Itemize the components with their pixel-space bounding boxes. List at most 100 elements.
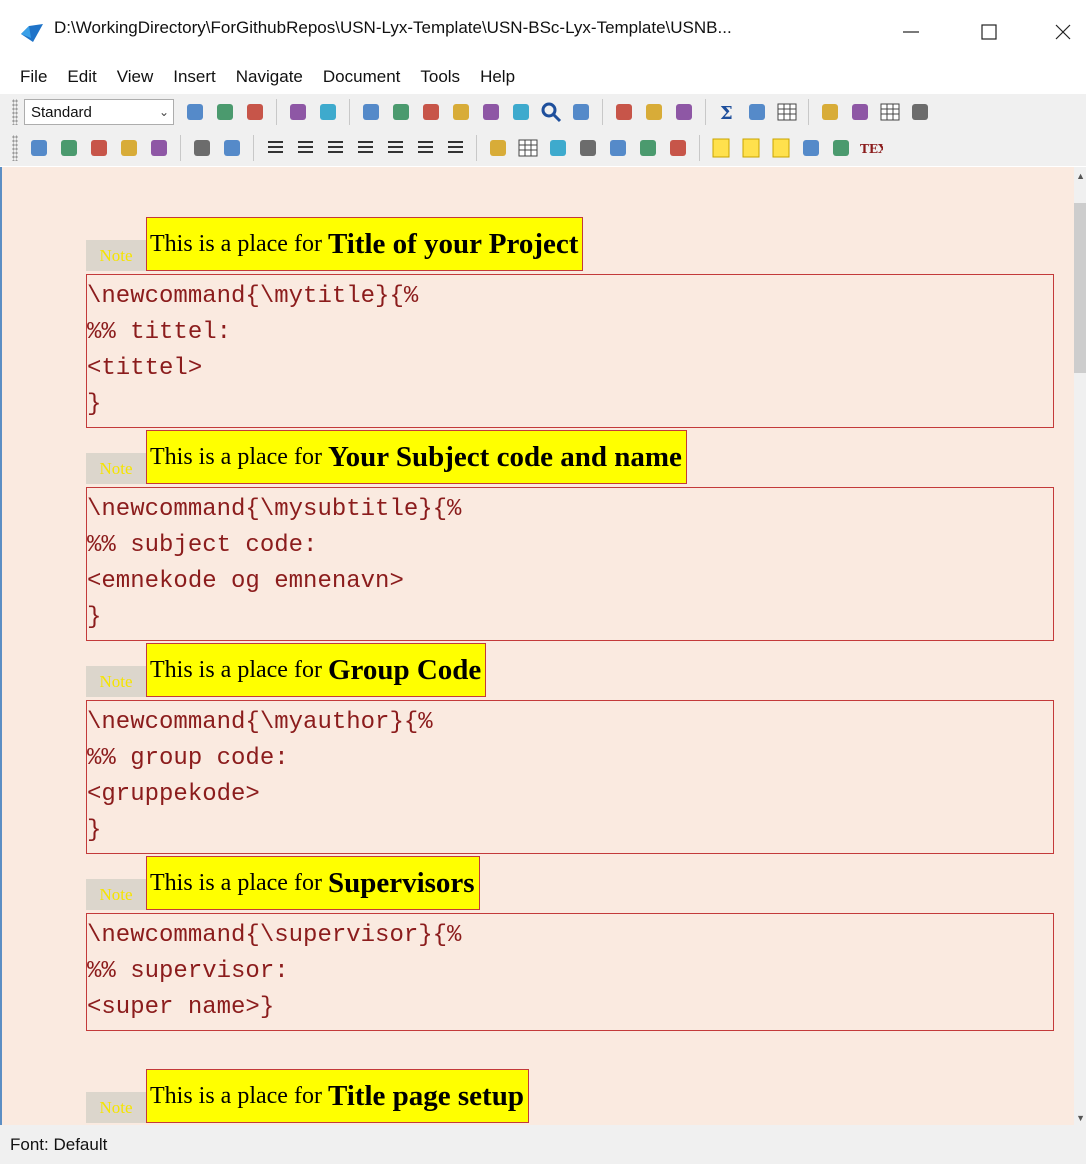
code-line: }	[87, 391, 102, 418]
menu-view[interactable]: View	[97, 67, 154, 87]
redo-icon[interactable]	[388, 99, 414, 125]
menu-file[interactable]: File	[0, 67, 47, 87]
insert-tex-code-icon[interactable]: TEX	[858, 135, 884, 161]
increase-depth-icon[interactable]	[442, 135, 468, 161]
note-content[interactable]: This is a place for Your Subject code and…	[146, 430, 687, 484]
note-label[interactable]: Note	[86, 666, 146, 697]
cut-icon[interactable]	[418, 99, 444, 125]
insert-index-icon[interactable]	[635, 135, 661, 161]
code-line: \newcommand{\mysubtitle}{%	[87, 496, 462, 523]
maximize-button[interactable]	[966, 12, 1012, 52]
menu-edit[interactable]: Edit	[47, 67, 96, 87]
scroll-up-icon[interactable]: ▲	[1076, 171, 1085, 181]
note-label[interactable]: Note	[86, 879, 146, 910]
scroll-down-icon[interactable]: ▼	[1076, 1113, 1085, 1123]
update-icon[interactable]	[56, 135, 82, 161]
menu-insert[interactable]: Insert	[153, 67, 216, 87]
itemize-icon[interactable]	[322, 135, 348, 161]
note-block: Note This is a place for Group Code \newcom…	[86, 643, 1054, 854]
search-icon[interactable]	[538, 99, 564, 125]
toolbar-grip[interactable]	[12, 99, 18, 125]
scrollbar-thumb[interactable]	[1074, 203, 1086, 373]
note-content[interactable]: This is a place for Group Code	[146, 643, 487, 697]
ert-code-box[interactable]: \newcommand{\myauthor}{% %% group code: <g…	[86, 700, 1054, 854]
note-content[interactable]: This is a place for Title of your Project	[146, 217, 584, 271]
spellcheck-icon[interactable]	[285, 99, 311, 125]
view-other-icon[interactable]	[86, 135, 112, 161]
insert-note-icon[interactable]	[768, 135, 794, 161]
lyx-app-icon[interactable]	[19, 22, 45, 44]
note-content[interactable]: This is a place for Supervisors	[146, 856, 480, 910]
paste-icon[interactable]	[478, 99, 504, 125]
ert-code-box[interactable]: \newcommand{\supervisor}{% %% supervisor:…	[86, 913, 1054, 1031]
apply-style-icon[interactable]	[671, 99, 697, 125]
navigator-icon[interactable]	[817, 99, 843, 125]
open-folder-icon[interactable]	[212, 99, 238, 125]
insert-figure-icon[interactable]	[485, 135, 511, 161]
toolbar-separator	[253, 135, 254, 161]
insert-box-icon[interactable]	[798, 135, 824, 161]
enumerate-list-icon[interactable]	[382, 135, 408, 161]
note-inset[interactable]: Note This is a place for Title page setup	[86, 1069, 1054, 1123]
code-line: <tittel>	[87, 355, 203, 382]
insert-citation-icon[interactable]	[605, 135, 631, 161]
view-pdf-icon[interactable]	[189, 135, 215, 161]
note-label[interactable]: Note	[86, 1092, 146, 1123]
insert-label-icon[interactable]	[545, 135, 571, 161]
update-other-icon[interactable]	[116, 135, 142, 161]
toolbar-separator	[808, 99, 809, 125]
note-inset[interactable]: Note This is a place for Supervisors	[86, 856, 1054, 910]
code-line: %% subject code:	[87, 532, 318, 559]
ert-code-box[interactable]: \newcommand{\mytitle}{% %% tittel: <tittel…	[86, 274, 1054, 428]
layout-select[interactable]: Standard ⌄	[24, 99, 174, 125]
math-panel-icon[interactable]	[847, 99, 873, 125]
emphasis-icon[interactable]	[611, 99, 637, 125]
spellcheck-continuous-icon[interactable]	[315, 99, 341, 125]
note-prefix: This is a place for	[150, 869, 322, 896]
find-binoculars-icon[interactable]	[508, 99, 534, 125]
back-arrow-icon[interactable]	[568, 99, 594, 125]
vertical-scrollbar[interactable]: ▲ ▼	[1074, 167, 1086, 1125]
menu-tools[interactable]: Tools	[400, 67, 460, 87]
standard-paragraph-icon[interactable]	[262, 135, 288, 161]
view-master-icon[interactable]	[146, 135, 172, 161]
insert-cross-ref-icon[interactable]	[575, 135, 601, 161]
numbered-list-icon[interactable]	[292, 135, 318, 161]
view-dvi-icon[interactable]	[26, 135, 52, 161]
document-editor[interactable]: ▲ ▼ Note This is a place for Title of your…	[0, 167, 1086, 1125]
toolbar-grip[interactable]	[12, 135, 18, 161]
decrease-depth-icon[interactable]	[412, 135, 438, 161]
view-source-icon[interactable]	[907, 99, 933, 125]
new-document-icon[interactable]	[182, 99, 208, 125]
note-label[interactable]: Note	[86, 453, 146, 484]
note-label[interactable]: Note	[86, 240, 146, 271]
note-inset[interactable]: Note This is a place for Group Code	[86, 643, 1054, 697]
menu-navigate[interactable]: Navigate	[216, 67, 303, 87]
note-content[interactable]: This is a place for Title page setup	[146, 1069, 529, 1123]
insert-nomenclature-icon[interactable]	[665, 135, 691, 161]
save-icon[interactable]	[242, 99, 268, 125]
note-inset[interactable]: Note This is a place for Title of your Pro…	[86, 217, 1054, 271]
math-sigma-icon[interactable]: Σ	[714, 99, 740, 125]
insert-table-float-icon[interactable]	[515, 135, 541, 161]
insert-graphics-icon[interactable]	[744, 99, 770, 125]
table-panel-icon[interactable]	[877, 99, 903, 125]
minimize-button[interactable]	[888, 12, 934, 52]
insert-footnote-icon[interactable]	[708, 135, 734, 161]
copy-icon[interactable]	[448, 99, 474, 125]
insert-table-icon[interactable]	[774, 99, 800, 125]
update-pdf-icon[interactable]	[219, 135, 245, 161]
toolbar-separator	[602, 99, 603, 125]
ert-code-box[interactable]: \newcommand{\mysubtitle}{% %% subject cod…	[86, 487, 1054, 641]
insert-margin-note-icon[interactable]	[738, 135, 764, 161]
note-block: Note This is a place for Title of your Pro…	[86, 217, 1054, 428]
menu-help[interactable]: Help	[460, 67, 515, 87]
menu-document[interactable]: Document	[303, 67, 400, 87]
description-list-icon[interactable]	[352, 135, 378, 161]
note-emphasis: Supervisors	[327, 866, 475, 899]
close-button[interactable]	[1040, 12, 1086, 52]
insert-hyperlink-icon[interactable]	[828, 135, 854, 161]
undo-icon[interactable]	[358, 99, 384, 125]
note-inset[interactable]: Note This is a place for Your Subject code…	[86, 430, 1054, 484]
text-style-icon[interactable]	[641, 99, 667, 125]
